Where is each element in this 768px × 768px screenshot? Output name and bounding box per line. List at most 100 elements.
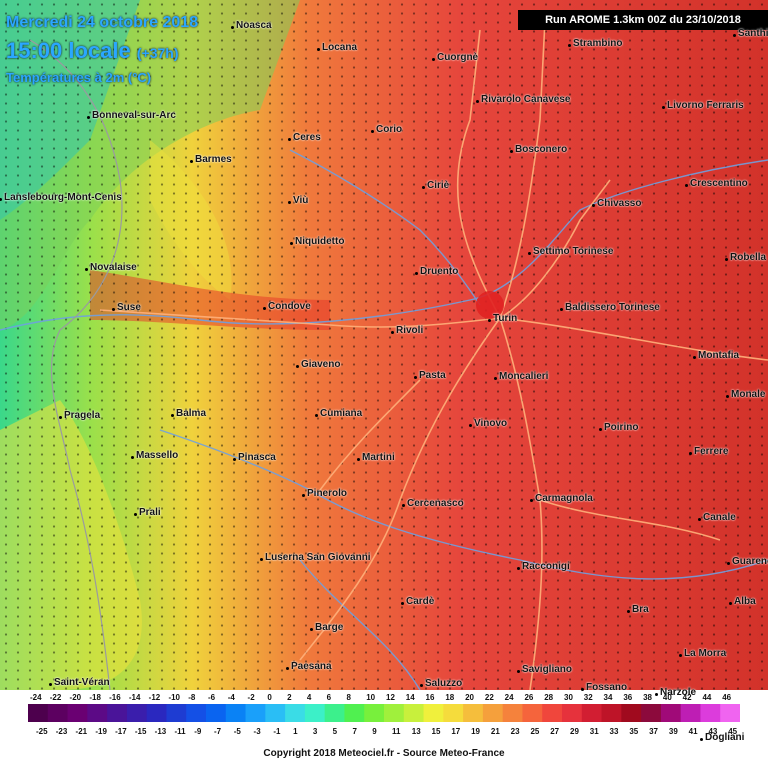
city-label: Baldissero Torinese [560,302,660,313]
scale-bottom-label: -5 [234,727,242,736]
scale-top-label: -14 [129,693,141,702]
scale-top-label: 2 [287,693,292,702]
scale-swatch [245,704,266,722]
city-label: Prali [134,507,161,518]
scale-top-label: 44 [702,693,711,702]
scale-top-label: 12 [386,693,395,702]
city-label: Cumiana [314,408,363,419]
scale-bottom-label: 3 [313,727,318,736]
scale-swatch [225,704,247,722]
scale-swatch [344,704,365,722]
scale-swatch [126,704,148,722]
scale-bottom-label: 21 [491,727,500,736]
forecast-date: Mercredi 24 octobre 2018 [6,14,199,31]
scale-swatch [47,704,69,722]
forecast-time-label: 15:00 locale [6,38,131,63]
scale-bottom-label: -21 [76,727,88,736]
city-label: Luserna San Giovanni [260,552,371,563]
scale-top-label: -4 [228,693,236,702]
scale-top-label: 22 [485,693,494,702]
scale-top-label: 30 [564,693,573,702]
city-label: Robella [724,252,767,263]
scale-swatch [443,704,464,722]
forecast-time: 15:00 locale (+37h) [6,38,179,64]
city-label: Suse [112,302,141,313]
scale-top-label: -6 [208,693,216,702]
scale-swatch [482,704,504,722]
scale-top-label: 24 [505,693,514,702]
city-label: Settimo Torinese [527,246,614,257]
scale-swatch [186,704,207,722]
city-label: Santhià [732,28,768,39]
scale-bottom-label: 9 [372,727,377,736]
scale-swatch [562,704,583,722]
scale-swatch [542,704,563,722]
scale-bottom-label: 35 [629,727,638,736]
city-label: Crescentino [685,178,748,189]
scale-swatch [364,704,385,722]
city-label: Noasca [231,20,272,31]
city-label: La Morra [678,648,727,659]
city-label: Viù [287,195,309,206]
scale-swatch [67,704,88,722]
city-label: Massello [130,450,179,461]
scale-top-label: -18 [89,693,101,702]
scale-bottom-label: 33 [610,727,619,736]
scale-swatch [146,704,167,722]
scale-top-label: 28 [544,693,553,702]
scale-top-label: 34 [604,693,613,702]
city-label: Rivarolo Canavese [476,94,571,105]
city-label: Cardè [400,596,435,607]
city-label: Bonneval-sur-Arc [87,110,176,121]
city-label: Monale [725,389,766,400]
city-label: Carmagnola [530,493,593,504]
temperature-map: Mercredi 24 octobre 2018 15:00 locale (+… [0,0,768,768]
city-label: Ferrere [688,446,729,457]
scale-top-label: 14 [406,693,415,702]
scale-swatch [304,704,326,722]
scale-swatch [87,704,108,722]
city-label: Pinasca [233,452,276,463]
city-label: Martini [357,452,395,463]
city-label: Ceres [288,132,321,143]
scale-swatch [720,704,740,722]
variable-title: Températures à 2m (°C) [6,70,152,85]
city-label: Balma [170,408,207,419]
scale-bottom-label: 43 [708,727,717,736]
scale-top-label: -20 [70,693,82,702]
city-label: Novalaise [85,262,137,273]
scale-bottom-label: -17 [115,727,127,736]
scale-swatch [502,704,523,722]
city-label: Saluzzo [419,678,463,689]
city-label: Guarene [727,556,768,567]
scale-bottom-label: 7 [352,727,357,736]
city-label: Cuorgnè [431,52,479,63]
scale-bottom-label: -11 [174,727,186,736]
scale-swatch [166,704,187,722]
city-label: Niquidetto [289,236,345,247]
scale-swatch [680,704,701,722]
scale-top-label: -10 [168,693,180,702]
scale-top-label: 40 [663,693,672,702]
city-label: Racconigi [517,561,570,572]
city-label: Paesana [286,661,332,672]
city-label: Rivoli [390,325,424,336]
city-label: Barmes [190,154,232,165]
scale-bottom-label: 23 [511,727,520,736]
scale-bottom-label: 13 [412,727,421,736]
scale-bottom-label: 27 [550,727,559,736]
scale-bottom-label: -19 [95,727,107,736]
scale-swatch [206,704,227,722]
city-label: Saint-Véran [49,677,110,688]
scale-top-label: 0 [267,693,272,702]
city-label: Cercenasco [402,498,464,509]
scale-top-label: 26 [524,693,533,702]
city-label: Corio [370,124,403,135]
scale-bottom-label: -9 [194,727,202,736]
city-label: Bosconero [509,144,568,155]
city-label: Montafia [692,350,740,361]
city-label: Vinovo [468,418,508,429]
scale-top-label: -2 [248,693,256,702]
scale-top-label: 20 [465,693,474,702]
scale-swatch [28,704,49,722]
